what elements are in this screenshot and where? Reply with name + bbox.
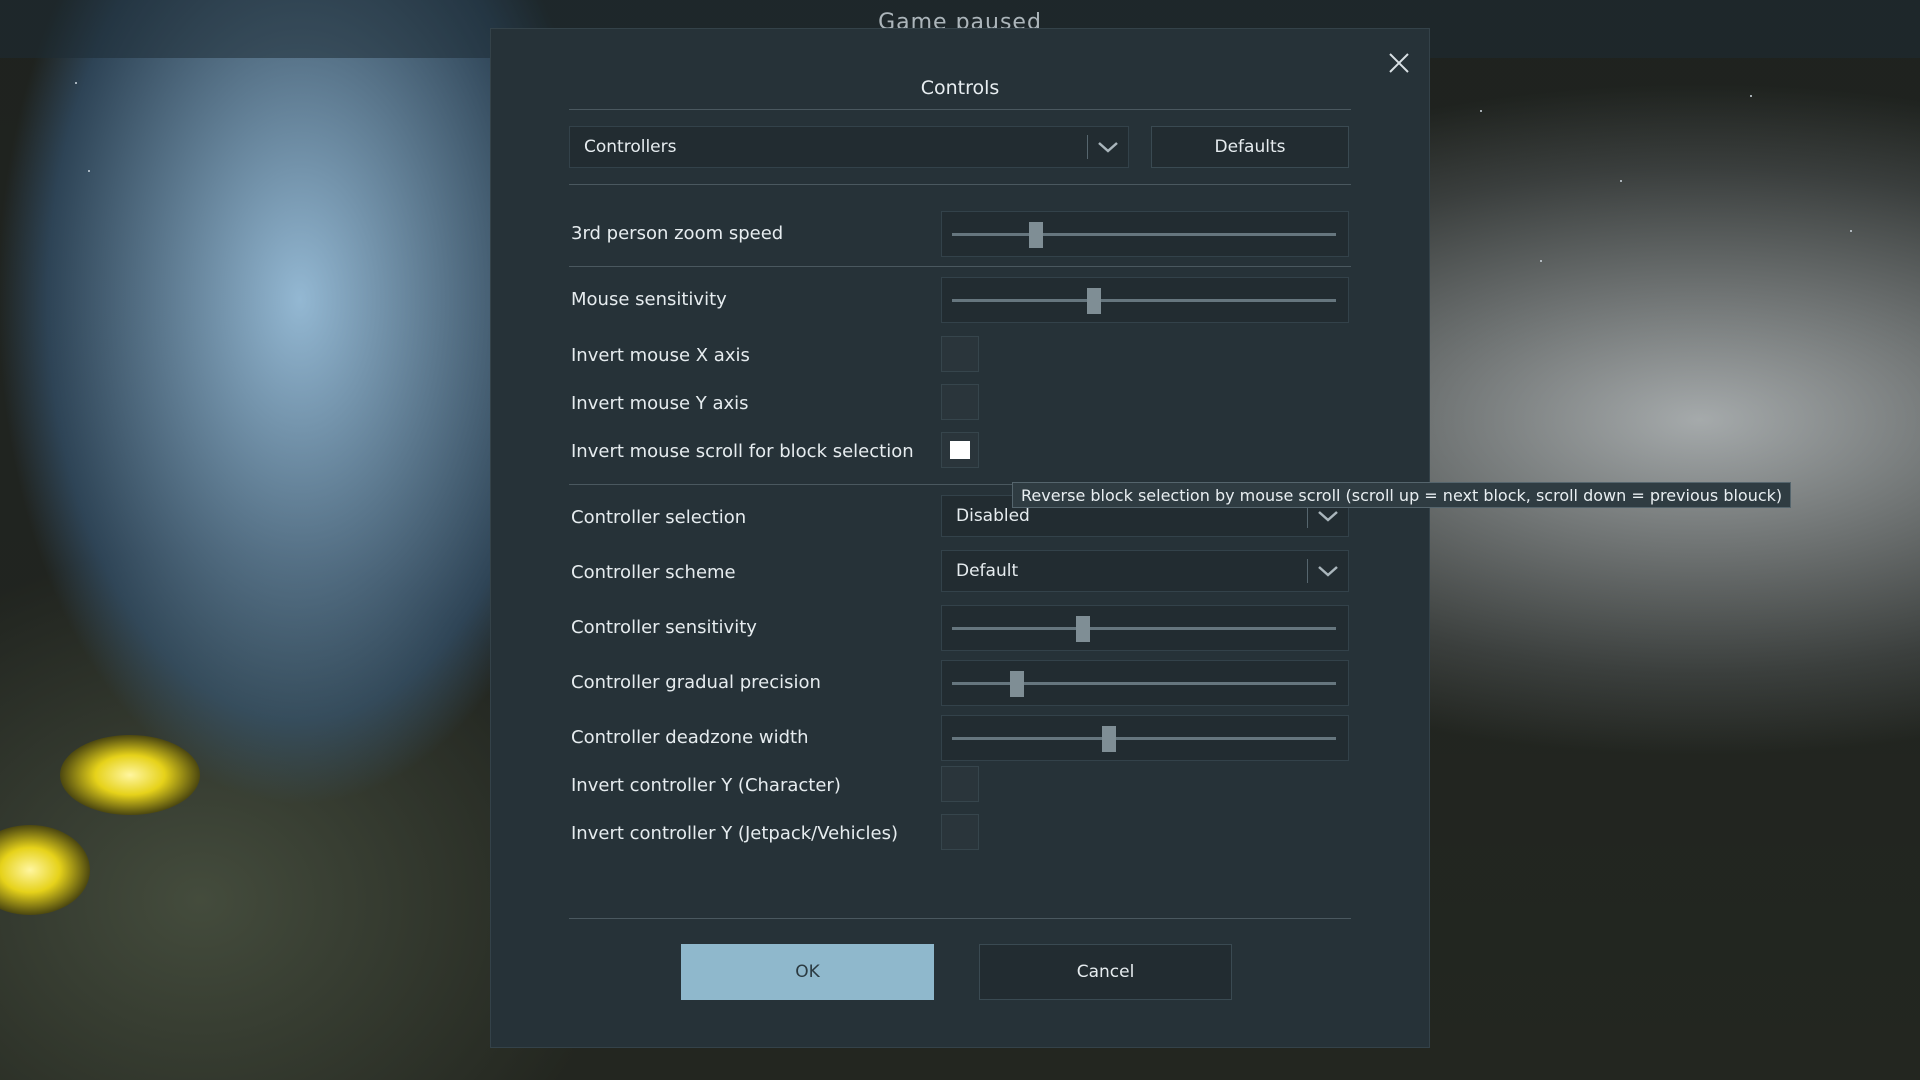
slider-track bbox=[952, 737, 1336, 740]
star bbox=[1480, 110, 1482, 112]
yellow-light bbox=[0, 825, 90, 915]
controller-scheme-label: Controller scheme bbox=[571, 562, 736, 583]
dialog-title: Controls bbox=[920, 77, 1000, 99]
cancel-button[interactable]: Cancel bbox=[979, 944, 1232, 1000]
gradual-precision-slider[interactable] bbox=[941, 660, 1349, 706]
mouse-sensitivity-slider[interactable] bbox=[941, 277, 1349, 323]
star bbox=[88, 170, 90, 172]
yellow-light bbox=[60, 735, 200, 815]
mouse-sensitivity-label: Mouse sensitivity bbox=[571, 289, 727, 310]
divider bbox=[569, 184, 1351, 185]
controller-scheme-select[interactable]: Default bbox=[941, 550, 1349, 592]
divider bbox=[569, 109, 1351, 110]
slider-track bbox=[952, 233, 1336, 236]
divider bbox=[569, 266, 1351, 267]
deadzone-width-slider[interactable] bbox=[941, 715, 1349, 761]
star bbox=[75, 82, 77, 84]
controller-sensitivity-label: Controller sensitivity bbox=[571, 617, 757, 638]
close-button[interactable] bbox=[1382, 46, 1416, 80]
slider-thumb[interactable] bbox=[1075, 616, 1090, 642]
slider-thumb[interactable] bbox=[1010, 671, 1025, 697]
ok-button[interactable]: OK bbox=[681, 944, 934, 1000]
slider-track bbox=[952, 299, 1336, 302]
slider-thumb[interactable] bbox=[1087, 288, 1102, 314]
star bbox=[1750, 95, 1752, 97]
star bbox=[1850, 230, 1852, 232]
invert-controller-vehicles-checkbox[interactable] bbox=[941, 814, 979, 850]
controller-selection-value: Disabled bbox=[956, 506, 1030, 526]
controller-selection-label: Controller selection bbox=[571, 507, 747, 528]
divider bbox=[569, 918, 1351, 919]
zoom-speed-slider[interactable] bbox=[941, 211, 1349, 257]
slider-thumb[interactable] bbox=[1102, 726, 1117, 752]
check-mark bbox=[950, 441, 970, 459]
star bbox=[1620, 180, 1622, 182]
controls-dialog: Controls Controllers Defaults 3rd person… bbox=[490, 28, 1430, 1048]
chevron-down-icon bbox=[1088, 141, 1128, 153]
category-select[interactable]: Controllers bbox=[569, 126, 1129, 168]
invert-controller-character-checkbox[interactable] bbox=[941, 766, 979, 802]
invert-y-checkbox[interactable] bbox=[941, 384, 979, 420]
close-icon bbox=[1389, 53, 1409, 73]
gradual-precision-label: Controller gradual precision bbox=[571, 672, 821, 693]
defaults-button[interactable]: Defaults bbox=[1151, 126, 1349, 168]
invert-x-label: Invert mouse X axis bbox=[571, 345, 750, 366]
controller-scheme-value: Default bbox=[956, 561, 1019, 581]
chevron-down-icon bbox=[1308, 565, 1348, 577]
chevron-down-icon bbox=[1308, 510, 1348, 522]
invert-scroll-label: Invert mouse scroll for block selection bbox=[571, 441, 914, 462]
invert-x-checkbox[interactable] bbox=[941, 336, 979, 372]
slider-thumb[interactable] bbox=[1029, 222, 1044, 248]
category-select-value: Controllers bbox=[584, 137, 677, 157]
invert-controller-character-label: Invert controller Y (Character) bbox=[571, 775, 841, 796]
invert-controller-vehicles-label: Invert controller Y (Jetpack/Vehicles) bbox=[571, 823, 899, 844]
star bbox=[1540, 260, 1542, 262]
invert-y-label: Invert mouse Y axis bbox=[571, 393, 749, 414]
deadzone-width-label: Controller deadzone width bbox=[571, 727, 809, 748]
controller-sensitivity-slider[interactable] bbox=[941, 605, 1349, 651]
slider-track bbox=[952, 627, 1336, 630]
zoom-speed-label: 3rd person zoom speed bbox=[571, 223, 784, 244]
tooltip: Reverse block selection by mouse scroll … bbox=[1012, 482, 1792, 508]
invert-scroll-checkbox[interactable] bbox=[941, 432, 979, 468]
